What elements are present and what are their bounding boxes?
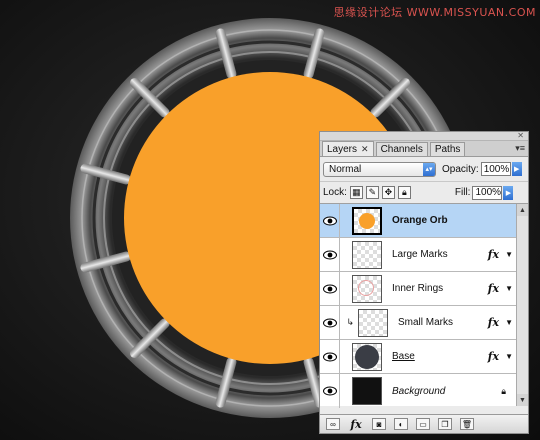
layer-row-base[interactable]: Base fx ▼: [320, 339, 516, 374]
layer-row-orange-orb[interactable]: Orange Orb: [320, 203, 516, 238]
layer-name[interactable]: Large Marks: [392, 249, 488, 260]
panel-menu-icon[interactable]: ▾≡: [515, 143, 525, 154]
fill-slider-button[interactable]: ▶: [503, 185, 514, 200]
layer-name[interactable]: Background: [392, 386, 501, 397]
fx-icon[interactable]: fx: [348, 418, 364, 431]
clipping-arrow-icon: ↳: [346, 317, 354, 327]
group-icon[interactable]: ▭: [416, 418, 430, 430]
lock-transparent-icon[interactable]: ▦: [349, 186, 363, 199]
visibility-eye-icon[interactable]: [320, 374, 340, 408]
expand-effects-icon[interactable]: ▼: [505, 284, 513, 293]
layers-scrollbar[interactable]: ▲ ▼: [516, 204, 528, 406]
trash-icon[interactable]: 🗑︎: [460, 418, 474, 430]
watermark: 思缘设计论坛 WWW.MISSYUAN.COM: [333, 6, 536, 19]
layer-row-small-marks[interactable]: ↳ Small Marks fx ▼: [320, 305, 516, 340]
blend-mode-value: Normal: [329, 163, 362, 175]
fx-icon[interactable]: fx: [488, 350, 499, 363]
lock-position-icon[interactable]: ✥: [381, 186, 395, 199]
layer-thumbnail: [352, 206, 382, 235]
select-arrows-icon: ▴▾: [423, 162, 435, 176]
scroll-down-icon[interactable]: ▼: [517, 394, 528, 406]
fx-icon[interactable]: fx: [488, 316, 499, 329]
layers-panel: ✕ Layers ✕ Channels Paths ▾≡ Normal ▴▾ O…: [319, 131, 529, 434]
visibility-eye-icon[interactable]: [320, 203, 340, 238]
blend-row: Normal ▴▾ Opacity: 100% ▶: [320, 157, 528, 181]
layer-thumbnail: [358, 308, 388, 337]
close-icon[interactable]: ✕: [517, 131, 524, 140]
tab-layers[interactable]: Layers ✕: [322, 141, 374, 156]
adjustment-icon[interactable]: ◐: [394, 418, 408, 430]
close-tab-icon[interactable]: ✕: [361, 144, 369, 155]
lock-row: Lock: ▦ ✎ ✥ 🔒︎ Fill: 100% ▶: [320, 181, 528, 204]
layer-name[interactable]: Inner Rings: [392, 283, 488, 294]
blend-mode-select[interactable]: Normal ▴▾: [323, 161, 436, 177]
tab-channels[interactable]: Channels: [375, 142, 428, 156]
opacity-slider-button[interactable]: ▶: [511, 162, 522, 176]
visibility-eye-icon[interactable]: [320, 305, 340, 340]
panel-tabs: Layers ✕ Channels Paths ▾≡: [320, 141, 528, 157]
layer-lock-icon: 🔒︎: [501, 385, 506, 396]
tab-label: Layers: [327, 143, 358, 155]
layer-thumbnail: [352, 342, 382, 371]
visibility-eye-icon[interactable]: [320, 271, 340, 306]
layer-row-large-marks[interactable]: Large Marks fx ▼: [320, 237, 516, 272]
lock-image-icon[interactable]: ✎: [365, 186, 379, 199]
expand-effects-icon[interactable]: ▼: [505, 352, 513, 361]
fill-label: Fill:: [454, 187, 471, 198]
expand-effects-icon[interactable]: ▼: [505, 318, 513, 327]
fill-input[interactable]: 100%: [472, 185, 503, 200]
visibility-eye-icon[interactable]: [320, 237, 340, 272]
layer-name[interactable]: Base: [392, 351, 488, 362]
tab-label: Channels: [380, 144, 423, 155]
lock-label: Lock:: [323, 187, 347, 198]
panel-bottom-toolbar: ∞ fx ◙ ◐ ▭ ❐ 🗑︎: [320, 414, 528, 433]
opacity-input[interactable]: 100%: [480, 162, 511, 176]
expand-effects-icon[interactable]: ▼: [505, 250, 513, 259]
layer-row-inner-rings[interactable]: Inner Rings fx ▼: [320, 271, 516, 306]
layer-thumbnail: [352, 274, 382, 303]
layer-thumbnail: [352, 240, 382, 269]
tab-paths[interactable]: Paths: [429, 142, 466, 156]
tab-label: Paths: [434, 144, 461, 155]
visibility-eye-icon[interactable]: [320, 339, 340, 374]
layer-name[interactable]: Orange Orb: [392, 215, 516, 226]
fx-icon[interactable]: fx: [488, 282, 499, 295]
layer-name[interactable]: Small Marks: [398, 317, 488, 328]
lock-all-icon[interactable]: 🔒︎: [397, 186, 411, 199]
mask-icon[interactable]: ◙: [372, 418, 386, 430]
new-layer-icon[interactable]: ❐: [438, 418, 452, 430]
layers-list: Orange Orb Large Marks fx ▼ Inner Rings …: [320, 203, 516, 408]
opacity-label: Opacity:: [442, 163, 479, 175]
link-icon[interactable]: ∞: [326, 418, 340, 430]
scroll-up-icon[interactable]: ▲: [517, 204, 528, 216]
layer-row-background[interactable]: Background 🔒︎: [320, 374, 516, 408]
fx-icon[interactable]: fx: [488, 248, 499, 261]
layer-thumbnail: [352, 377, 382, 405]
panel-titlebar[interactable]: ✕: [320, 131, 528, 141]
